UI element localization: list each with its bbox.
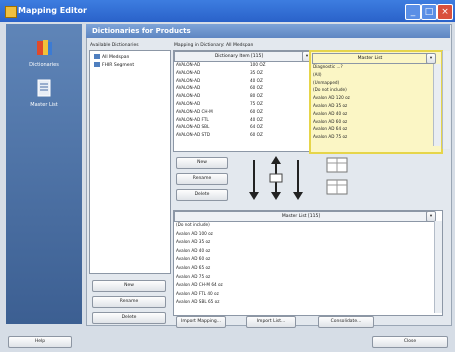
dictionary-row-qty[interactable]: 60 OZ (250, 132, 263, 137)
master-grid-row[interactable]: Avalon AD 40 oz (313, 111, 347, 116)
dictionary-row-name[interactable]: AVALON-AD SBL (176, 124, 209, 129)
rename-dictionary-button[interactable]: Rename (92, 296, 166, 308)
dictionary-row-qty[interactable]: 75 OZ (250, 101, 263, 106)
consolidate-button[interactable]: Consolidate... (318, 316, 374, 328)
dictionary-row-name[interactable]: AVALON-AD CH-M (176, 109, 213, 114)
nav-item-master-list[interactable]: Master List (14, 78, 74, 108)
dictionaries-icon (37, 40, 52, 55)
tree-item-label: FHIR Segment (102, 63, 135, 68)
dictionaries-label: Available Dictionaries (90, 43, 139, 48)
nav-item-dictionaries[interactable]: Dictionaries (14, 38, 74, 68)
tree-item-label: All Medspan (102, 55, 130, 60)
dictionary-row-qty[interactable]: 60 OZ (250, 109, 263, 114)
footer-bar: Help Close (0, 330, 455, 352)
master-list-row[interactable]: Avalon AD 75 oz (176, 274, 210, 279)
nav-label-master-list: Master List (30, 102, 58, 108)
master-list-row[interactable]: Avalon AD CH-M 64 oz (176, 282, 223, 287)
dictionary-row-name[interactable]: AVALON-AD FTL (176, 117, 209, 122)
title-bar: Mapping Editor _ □ × (0, 0, 455, 22)
window-title: Mapping Editor (18, 6, 87, 15)
master-list-row[interactable]: Avalon AD SBL 65 oz (176, 299, 219, 304)
help-button[interactable]: Help (8, 336, 72, 348)
dictionary-row-name[interactable]: AVALON-AD (176, 78, 200, 83)
app-icon (5, 6, 17, 18)
master-list-row[interactable]: Avalon AD 100 oz (176, 231, 213, 236)
swap-arrows-icon[interactable] (269, 156, 283, 200)
up-arrow-icon[interactable] (293, 160, 303, 200)
dictionary-row-name[interactable]: AVALON-AD (176, 85, 200, 90)
tree-item-fhir[interactable]: FHIR Segment (94, 62, 134, 68)
master-grid-row[interactable]: Avalon AD 64 oz (313, 126, 347, 131)
dictionaries-tree: All Medspan FHIR Segment (89, 50, 171, 274)
merge-grid-icon[interactable] (326, 179, 348, 195)
mapping-label: Mapping in Dictionary: All Medspan (174, 43, 254, 48)
mapping-editor-window: Mapping Editor _ □ × Dictionaries Master… (0, 0, 455, 352)
close-window-button[interactable]: × (437, 4, 453, 20)
close-button[interactable]: Close (372, 336, 448, 348)
master-grid-row[interactable]: (All) (313, 72, 321, 77)
new-mapping-button[interactable]: New (176, 157, 228, 169)
master-grid-row[interactable]: Diagnostic ...? (313, 64, 343, 69)
dictionary-row-qty[interactable]: 60 OZ (250, 85, 263, 90)
dictionary-row-name[interactable]: AVALON-AD (176, 93, 200, 98)
dictionary-row-qty[interactable]: 35 OZ (250, 70, 263, 75)
grid-scrollbar[interactable] (442, 51, 450, 149)
master-column-header[interactable]: Master List (312, 53, 428, 64)
folder-icon (94, 62, 100, 67)
split-grid-icon[interactable] (326, 157, 348, 173)
master-list-row[interactable]: Avalon AD FTL 40 oz (176, 291, 219, 296)
master-dropdown-button[interactable]: ▾ (426, 53, 436, 64)
folder-icon (94, 54, 100, 59)
dictionary-row-qty[interactable]: 80 OZ (250, 93, 263, 98)
import-mapping-button[interactable]: Import Mapping... (176, 316, 226, 328)
master-grid-row[interactable]: Avalon AD 60 oz (313, 119, 347, 124)
import-list-button[interactable]: Import List... (246, 316, 296, 328)
delete-dictionary-button[interactable]: Delete (92, 312, 166, 324)
minimize-button[interactable]: _ (405, 4, 421, 20)
dictionary-row-name[interactable]: AVALON-AD (176, 70, 200, 75)
move-arrows (249, 156, 303, 200)
master-list-header[interactable]: Master List [115] (174, 211, 428, 222)
master-grid-row[interactable]: (Do not include) (313, 87, 347, 92)
dictionary-row-qty[interactable]: 40 OZ (250, 78, 263, 83)
dictionary-row-name[interactable]: AVALON-AD STD (176, 132, 210, 137)
dictionary-column-header[interactable]: Dictionary Item [115] (174, 51, 304, 62)
master-list-row[interactable]: (Do not include) (176, 222, 210, 227)
grid-tools (326, 157, 348, 195)
maximize-button[interactable]: □ (421, 4, 437, 20)
delete-mapping-button[interactable]: Delete (176, 189, 228, 201)
master-grid-row[interactable]: Avalon AD 35 oz (313, 103, 347, 108)
dictionary-row-name[interactable]: AVALON-AD (176, 62, 200, 67)
dictionary-row-qty[interactable]: 100 OZ (250, 62, 266, 67)
master-list-row[interactable]: Avalon AD 35 oz (176, 239, 210, 244)
page-title: Dictionaries for Products (92, 27, 191, 35)
dictionary-row-qty[interactable]: 64 OZ (250, 124, 263, 129)
master-list-icon (37, 79, 51, 97)
master-grid-row[interactable]: (Unmapped) (313, 80, 339, 85)
master-list-row[interactable]: Avalon AD 40 oz (176, 248, 210, 253)
master-scrollbar[interactable] (433, 64, 441, 146)
master-list-scrollbar[interactable] (434, 221, 442, 313)
new-dictionary-button[interactable]: New (92, 280, 166, 292)
master-list-row[interactable]: Avalon AD 60 oz (176, 256, 210, 261)
dictionary-row-name[interactable]: AVALON-AD (176, 101, 200, 106)
dictionary-row-qty[interactable]: 40 OZ (250, 117, 263, 122)
master-list-row[interactable]: Avalon AD 65 oz (176, 265, 210, 270)
master-grid-row[interactable]: Avalon AD 120 oz (313, 95, 350, 100)
rename-mapping-button[interactable]: Rename (176, 173, 228, 185)
nav-label-dictionaries: Dictionaries (29, 62, 59, 68)
left-nav: Dictionaries Master List (6, 24, 82, 324)
down-arrow-icon[interactable] (249, 160, 259, 200)
tree-item-all-medspan[interactable]: All Medspan (94, 54, 129, 60)
master-grid-row[interactable]: Avalon AD 75 oz (313, 134, 347, 139)
panel-header: Dictionaries for Products (86, 24, 450, 38)
